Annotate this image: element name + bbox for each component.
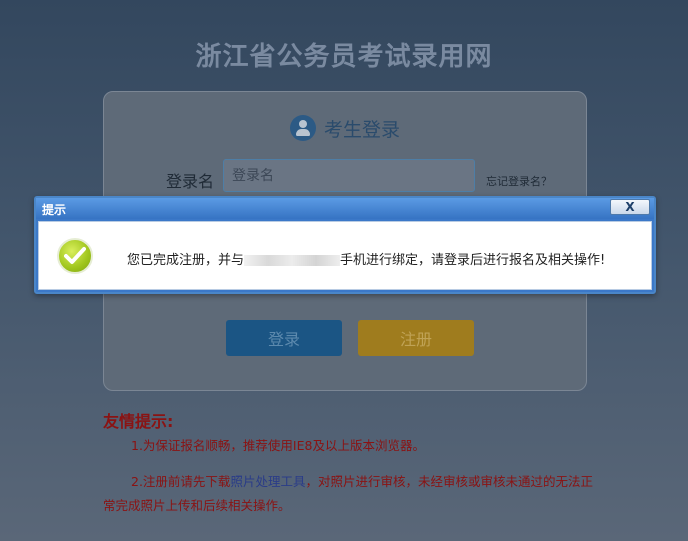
login-button[interactable]: 登录 xyxy=(226,320,342,356)
page-title: 浙江省公务员考试录用网 xyxy=(195,42,493,72)
username-input[interactable] xyxy=(223,159,475,192)
dialog-body: 您已完成注册，并与 手机进行绑定，请登录后进行报名及相关操作! xyxy=(38,221,652,290)
dialog-titlebar: 提示 X xyxy=(36,198,654,219)
username-label: 登录名 xyxy=(166,172,215,191)
redacted-phone-number xyxy=(244,255,341,266)
photo-tool-link[interactable]: 照片处理工具 xyxy=(230,474,305,489)
login-panel-header: 考生登录 xyxy=(104,114,586,142)
login-panel-title: 考生登录 xyxy=(323,118,400,141)
dialog-message-prefix: 您已完成注册，并与 xyxy=(127,253,245,268)
tip-item-2-prefix: 2.注册前请先下载 xyxy=(131,474,231,489)
register-button[interactable]: 注册 xyxy=(358,320,474,356)
tip-item-2: 2.注册前请先下载照片处理工具，对照片进行审核，未经审核或审核未通过的无法正 xyxy=(131,470,663,494)
dialog-close-button[interactable]: X xyxy=(610,199,650,215)
user-icon xyxy=(289,115,316,141)
dialog-message-suffix: 手机进行绑定，请登录后进行报名及相关操作! xyxy=(340,253,606,268)
checkmark-icon xyxy=(57,238,93,274)
dialog-message: 您已完成注册，并与 手机进行绑定，请登录后进行报名及相关操作! xyxy=(127,249,605,268)
alert-dialog: 提示 X 您已完成注册，并与 手机进行绑定，请登录后进行报名及相关操作! xyxy=(34,196,656,294)
tip-item-1: 1.为保证报名顺畅，推荐使用IE8及以上版本浏览器。 xyxy=(131,438,425,453)
tips-title: 友情提示: xyxy=(103,412,174,431)
forgot-username-link[interactable]: 忘记登录名？ xyxy=(486,173,552,189)
tip-item-2-suffix: ，对照片进行审核，未经审核或审核未通过的无法正 xyxy=(305,474,593,489)
tips-section: 友情提示: 1.为保证报名顺畅，推荐使用IE8及以上版本浏览器。 2.注册前请先… xyxy=(103,408,663,513)
tip-item-2-continued: 常完成照片上传和后续相关操作。 xyxy=(103,498,291,513)
dialog-title: 提示 xyxy=(42,203,67,217)
